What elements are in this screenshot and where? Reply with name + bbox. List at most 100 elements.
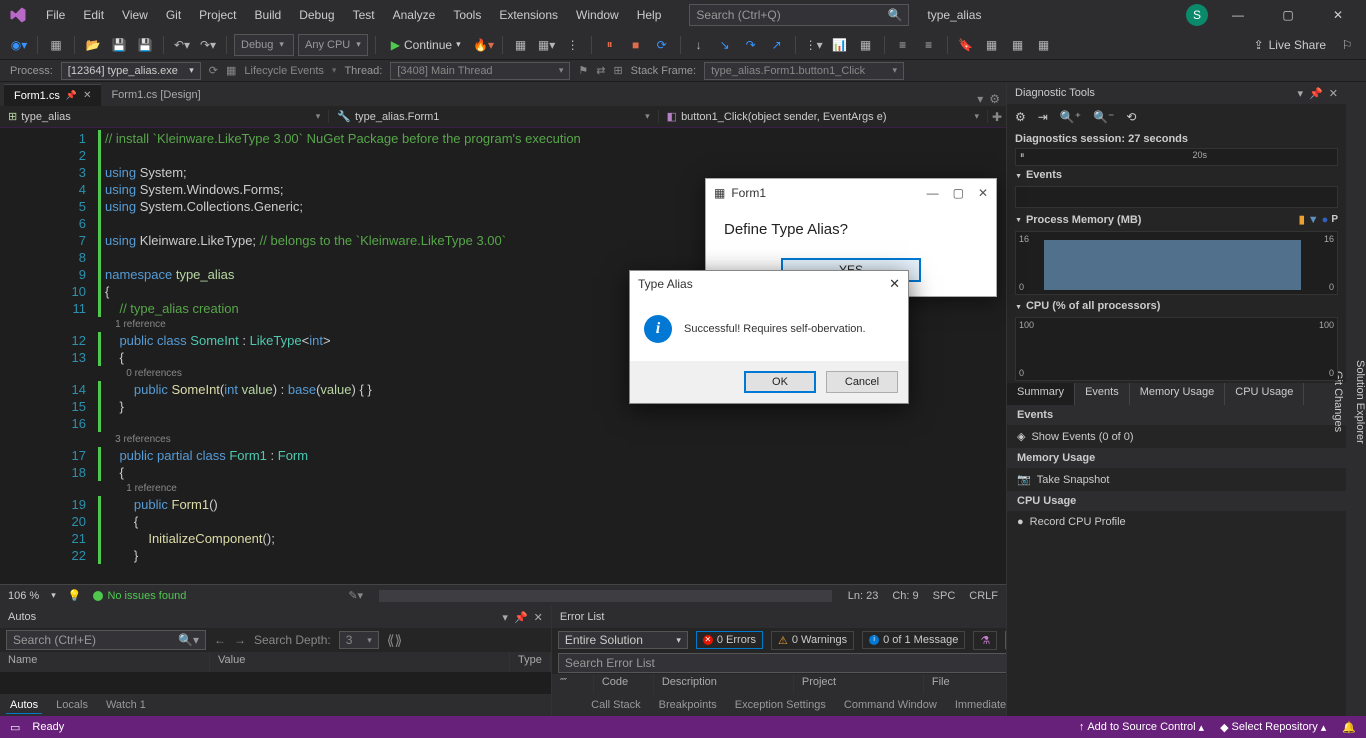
maximize-button[interactable]: ▢ (953, 186, 964, 200)
scrollbar[interactable] (379, 590, 832, 602)
menu-test[interactable]: Test (345, 4, 383, 26)
close-icon[interactable]: ✕ (534, 611, 543, 624)
cpu-graph[interactable]: 100 0 100 0 (1015, 317, 1338, 381)
tab-watch1[interactable]: Watch 1 (102, 697, 150, 713)
autos-search[interactable]: Search (Ctrl+E)🔍▾ (6, 630, 206, 650)
hot-reload-button[interactable]: 🔥▾ (473, 34, 495, 56)
menu-analyze[interactable]: Analyze (385, 4, 444, 26)
menu-window[interactable]: Window (568, 4, 627, 26)
minimize-button[interactable]: — (927, 186, 939, 200)
menu-view[interactable]: View (114, 4, 156, 26)
close-icon[interactable]: ✕ (1329, 87, 1338, 100)
repo-button[interactable]: ◆ Select Repository ▴ (1220, 721, 1326, 734)
split-icon[interactable]: ✚ (988, 110, 1006, 124)
menu-git[interactable]: Git (158, 4, 189, 26)
tool-icon[interactable]: ⇥ (1038, 110, 1048, 124)
output-icon[interactable]: ▭ (10, 721, 20, 734)
close-button[interactable]: ✕ (1318, 1, 1358, 29)
events-graph[interactable] (1015, 186, 1338, 208)
tab-breakpoints[interactable]: Breakpoints (655, 697, 721, 713)
line-indicator[interactable]: Ln: 23 (848, 590, 879, 602)
feedback-icon[interactable]: ⚐ (1336, 34, 1358, 56)
save-all-button[interactable]: 💾 (134, 34, 156, 56)
save-button[interactable]: 💾 (108, 34, 130, 56)
stop-button[interactable]: ■ (625, 34, 647, 56)
pause-button[interactable]: ⏸ (599, 34, 621, 56)
col-project[interactable]: Project (794, 674, 924, 694)
tab-cpu[interactable]: CPU Usage (1225, 383, 1304, 405)
config-dropdown[interactable]: Debug (234, 34, 294, 56)
menu-file[interactable]: File (38, 4, 73, 26)
maximize-button[interactable]: ▢ (1268, 1, 1308, 29)
zoom-level[interactable]: 106 % (8, 590, 39, 602)
pin-icon[interactable]: 📌 (66, 90, 77, 101)
gear-icon[interactable]: ⚙ (1015, 110, 1026, 124)
tool-icon[interactable]: ▦ (1007, 34, 1029, 56)
tool-icon[interactable]: ≡ (892, 34, 914, 56)
redo-button[interactable]: ↷▾ (197, 34, 219, 56)
avatar[interactable]: S (1186, 4, 1208, 26)
live-share-button[interactable]: ⇪ Live Share (1254, 38, 1326, 52)
tab-callstack[interactable]: Call Stack (587, 697, 645, 713)
col-icon[interactable]: ⁗ (552, 674, 594, 694)
source-control-button[interactable]: ↑ Add to Source Control ▴ (1079, 721, 1204, 734)
menu-debug[interactable]: Debug (291, 4, 342, 26)
ok-button[interactable]: OK (744, 371, 816, 393)
nav-project[interactable]: ⊞type_alias (0, 110, 329, 123)
col-code[interactable]: Code (594, 674, 654, 694)
warnings-badge[interactable]: ⚠0 Warnings (771, 631, 854, 650)
tab-autos[interactable]: Autos (6, 697, 42, 714)
tab-form1cs[interactable]: Form1.cs 📌 ✕ (4, 84, 101, 106)
zoom-in-icon[interactable]: 🔍⁺ (1060, 110, 1081, 124)
col-value[interactable]: Value (210, 652, 510, 672)
pin-icon[interactable]: 📌 (1309, 87, 1323, 100)
menu-build[interactable]: Build (247, 4, 290, 26)
lifecycle-label[interactable]: Lifecycle Events (244, 65, 323, 77)
thread-dropdown[interactable]: [3408] Main Thread (390, 62, 570, 80)
close-icon[interactable]: ✕ (83, 90, 91, 101)
show-events-link[interactable]: ◈Show Events (0 of 0) (1007, 425, 1346, 448)
tab-form1-design[interactable]: Form1.cs [Design] (101, 84, 210, 106)
tab-events[interactable]: Events (1075, 383, 1130, 405)
tool-icon[interactable]: 📊 (829, 34, 851, 56)
filter-icon-badge[interactable]: ⚗ (973, 631, 997, 650)
nav-back-button[interactable]: ◉▾ (8, 34, 30, 56)
close-button[interactable]: ✕ (889, 276, 900, 292)
scope-dropdown[interactable]: Entire Solution (558, 631, 688, 649)
close-button[interactable]: ✕ (978, 186, 988, 200)
nav-class[interactable]: 🔧type_alias.Form1 (329, 110, 658, 123)
step-button[interactable]: ↓ (688, 34, 710, 56)
col-name[interactable]: Name (0, 652, 210, 672)
tool-icon[interactable]: ⋮▾ (803, 34, 825, 56)
tool-icon[interactable]: ▦ (981, 34, 1003, 56)
chevron-down-icon[interactable]: ▾ (977, 92, 983, 106)
col-type[interactable]: Type (510, 652, 551, 672)
cpu-hdr[interactable]: CPU (% of all processors) (1007, 297, 1346, 315)
stackframe-dropdown[interactable]: type_alias.Form1.button1_Click (704, 62, 904, 80)
reset-icon[interactable]: ⟲ (1126, 110, 1136, 124)
menu-extensions[interactable]: Extensions (491, 4, 566, 26)
brush-icon[interactable]: ✎▾ (348, 589, 363, 602)
zoom-out-icon[interactable]: 🔍⁻ (1093, 110, 1114, 124)
menu-help[interactable]: Help (629, 4, 670, 26)
tool-icon[interactable]: ≡ (918, 34, 940, 56)
record-cpu-link[interactable]: ●Record CPU Profile (1007, 511, 1346, 533)
undo-button[interactable]: ↶▾ (171, 34, 193, 56)
tab-solution-explorer[interactable]: Solution Explorer (1354, 360, 1366, 444)
restart-button[interactable]: ⟳ (651, 34, 673, 56)
col-desc[interactable]: Description (654, 674, 794, 694)
lightbulb-icon[interactable]: 💡 (68, 589, 82, 602)
tool-icon[interactable]: ⋮ (562, 34, 584, 56)
issues-status[interactable]: No issues found (93, 590, 186, 602)
col-indicator[interactable]: Ch: 9 (892, 590, 918, 602)
tool-icon[interactable]: ▦▾ (536, 34, 558, 56)
tool-icon[interactable]: 🔖 (955, 34, 977, 56)
platform-dropdown[interactable]: Any CPU (298, 34, 368, 56)
tool-icon[interactable]: ▦ (855, 34, 877, 56)
gear-icon[interactable]: ⚙ (989, 92, 1000, 106)
memory-graph[interactable]: 16 0 16 0 (1015, 231, 1338, 295)
minimize-button[interactable]: — (1218, 1, 1258, 29)
tab-locals[interactable]: Locals (52, 697, 92, 713)
messages-badge[interactable]: i0 of 1 Message (862, 631, 965, 649)
diag-timeline[interactable]: ⏸ 20s (1015, 148, 1338, 166)
